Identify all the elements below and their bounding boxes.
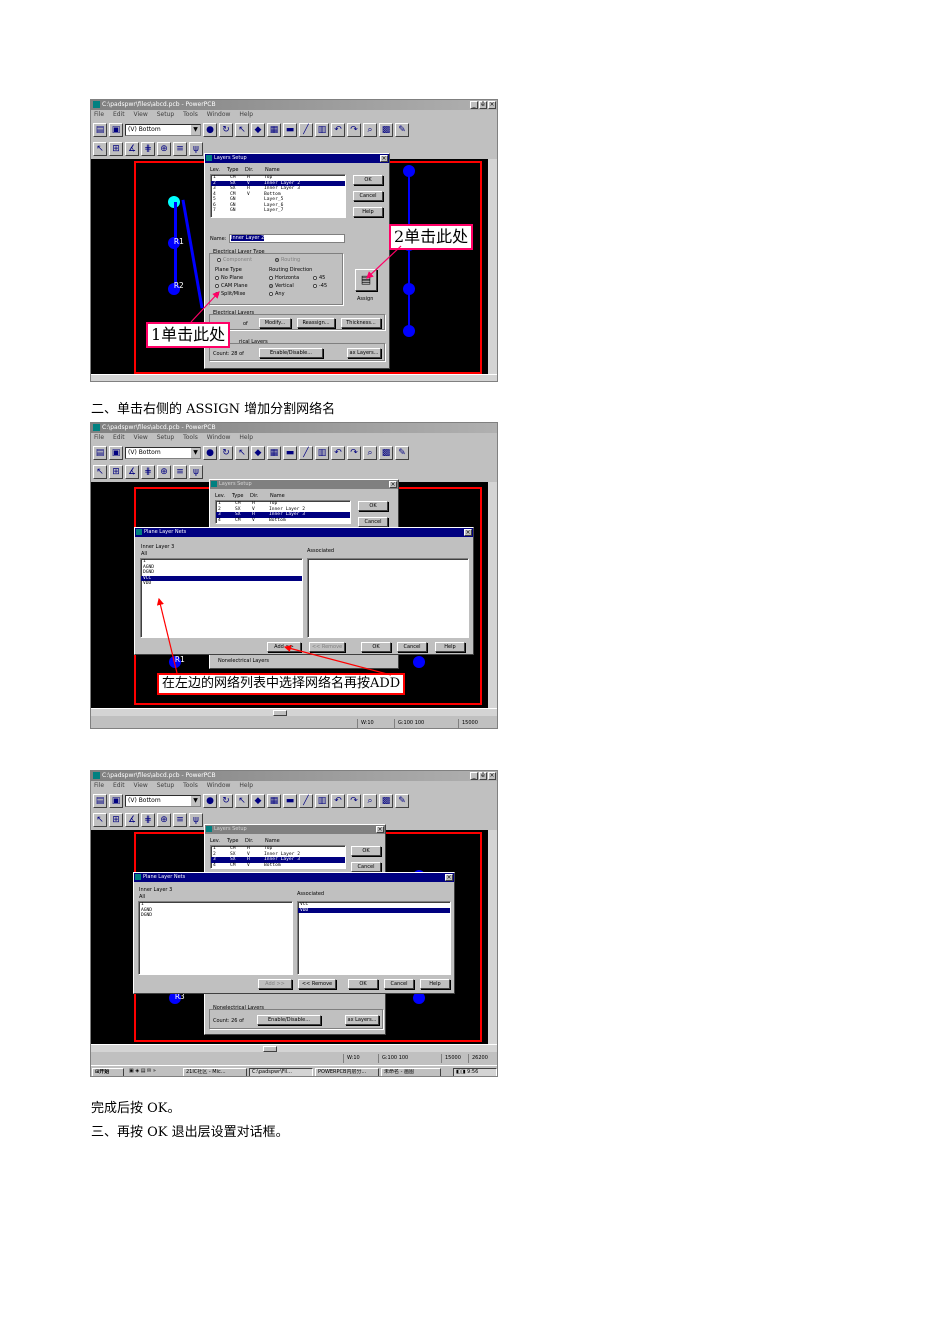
callout-arrows xyxy=(190,245,402,323)
remove-button[interactable]: << Remove xyxy=(298,979,336,989)
save-icon[interactable]: ▣ xyxy=(109,793,123,808)
undo-icon[interactable]: ↶ xyxy=(331,793,345,808)
app-icon xyxy=(93,772,100,779)
instruction-step-3: 三、再按 OK 退出层设置对话框。 xyxy=(91,1125,289,1140)
mode-icon[interactable]: ≡ xyxy=(173,812,187,827)
nonelectrical-count: Count: 26 of xyxy=(213,1018,244,1024)
taskbar-item[interactable]: 未命名 - 画图 xyxy=(381,1068,441,1076)
status-x: 15000 xyxy=(441,1054,461,1063)
app-titlebar: C:\padspwr\files\abcd.pcb - PowerPCB _ ё… xyxy=(91,771,497,781)
instruction-done: 完成后按 OK。 xyxy=(91,1101,181,1116)
status-y: 26200 xyxy=(468,1054,488,1063)
list-item[interactable]: VDD xyxy=(298,907,450,913)
clock: 9:56 xyxy=(467,1069,479,1075)
dialog-title: Layers Setup × xyxy=(205,825,385,834)
tray-icon: ◧◨ xyxy=(456,1069,468,1075)
redo-icon[interactable]: ↷ xyxy=(347,793,361,808)
menu-setup[interactable]: Setup xyxy=(157,782,174,789)
list-item[interactable]: DGND xyxy=(139,913,292,919)
status-width: W:10 xyxy=(343,1054,360,1063)
screenshot-plane-nets-select: C:\padspwr\files\abcd.pcb - PowerPCB Fil… xyxy=(90,422,498,729)
pointer-icon[interactable]: ↖ xyxy=(93,812,107,827)
scroll-thumb[interactable] xyxy=(263,1046,277,1052)
draft-icon[interactable]: ✎ xyxy=(395,793,409,808)
info-icon[interactable]: ● xyxy=(203,793,217,808)
cancel-button[interactable]: Cancel xyxy=(351,862,381,872)
menu-edit[interactable]: Edit xyxy=(113,782,125,789)
help-button[interactable]: Help xyxy=(420,979,450,989)
close-icon[interactable]: × xyxy=(445,874,453,881)
taskbar-item[interactable]: C:\padspwr\Fil... xyxy=(249,1068,313,1076)
main-toolbar: ▤ ▣ (V) Bottom ▼ ● ↻ ↖ ◆ ▦ ▬ ╱ ▥ ↶ ↷ ⌕ ▩ … xyxy=(93,792,409,809)
ok-button[interactable]: OK xyxy=(348,979,378,989)
max-layers-button[interactable]: ax Layers... xyxy=(345,1015,379,1025)
cancel-button[interactable]: Cancel xyxy=(384,979,414,989)
drafting-icon[interactable]: ⊞ xyxy=(109,812,123,827)
menu-tools[interactable]: Tools xyxy=(183,782,198,789)
open-icon[interactable]: ▤ xyxy=(93,793,107,808)
taskbar-item[interactable]: POWERPCB内层分... xyxy=(315,1068,379,1076)
all-nets-list[interactable]: 1 AGND DGND xyxy=(138,901,293,975)
plane-layer-name: Inner Layer 3 xyxy=(139,887,173,893)
associated-label: Associated xyxy=(297,891,325,897)
col-type: Type xyxy=(227,838,239,844)
col-dir: Dir. xyxy=(245,838,254,844)
chevron-down-icon[interactable]: ▼ xyxy=(191,795,200,806)
plane-layer-nets-dialog: Plane Layer Nets × Inner Layer 3 All Asso… xyxy=(133,872,455,994)
col-name: Name xyxy=(265,838,280,844)
bga-icon[interactable]: ⊕ xyxy=(157,812,171,827)
menu-window[interactable]: Window xyxy=(207,782,231,789)
vert-icon[interactable]: ψ xyxy=(189,812,203,827)
status-grid: G:100 100 xyxy=(378,1054,408,1063)
maximize-button[interactable]: ё xyxy=(479,772,487,780)
add-button[interactable]: Add >> xyxy=(258,979,292,989)
dialog-title: Plane Layer Nets × xyxy=(134,873,454,882)
screenshot-plane-nets-assigned: C:\padspwr\files\abcd.pcb - PowerPCB _ ё… xyxy=(90,770,498,1077)
close-button[interactable]: × xyxy=(488,772,496,780)
line-icon[interactable]: ╱ xyxy=(299,793,313,808)
dialog-icon xyxy=(135,874,141,880)
menu-view[interactable]: View xyxy=(134,782,148,789)
list-item[interactable]: 4 CM V Bottom xyxy=(211,863,345,869)
dialog-icon xyxy=(206,826,212,832)
route-icon[interactable]: ◆ xyxy=(251,793,265,808)
find-icon[interactable]: ⌕ xyxy=(363,793,377,808)
horizontal-scrollbar[interactable] xyxy=(91,1044,497,1052)
status-bar: W:10 G:100 100 15000 26200 xyxy=(91,1054,497,1063)
enable-disable-button[interactable]: Enable/Disable... xyxy=(257,1015,321,1025)
all-nets-label: All xyxy=(139,894,146,900)
menu-help[interactable]: Help xyxy=(239,782,253,789)
windows-taskbar: ⊞开始 ▣ ◈ ▤ ✉ » 21IC社区 - Mic... C:\padspwr… xyxy=(91,1065,497,1076)
select-icon[interactable]: ↖ xyxy=(235,793,249,808)
ok-button[interactable]: OK xyxy=(351,846,381,856)
minimize-button[interactable]: _ xyxy=(470,772,478,780)
zoom-icon[interactable]: ▦ xyxy=(267,793,281,808)
quick-launch: ▣ ◈ ▤ ✉ » xyxy=(129,1068,156,1074)
associated-nets-list[interactable]: VCC VDD xyxy=(297,901,451,975)
layer-select[interactable]: (V) Bottom ▼ xyxy=(125,794,201,807)
app-title: C:\padspwr\files\abcd.pcb - PowerPCB xyxy=(102,772,216,779)
start-button[interactable]: ⊞开始 xyxy=(92,1068,124,1076)
grid-icon[interactable]: ▥ xyxy=(315,793,329,808)
layers-icon[interactable]: ▩ xyxy=(379,793,393,808)
col-lev: Lev. xyxy=(210,838,220,844)
menu-bar: File Edit View Setup Tools Window Help xyxy=(91,781,497,791)
system-tray: ◧◨ 9:56 xyxy=(453,1068,497,1076)
vertical-scrollbar[interactable] xyxy=(488,830,497,1044)
callout-arrows xyxy=(156,597,392,676)
layer-list[interactable]: 1 CM H Top 2 SX V Inner Layer 2 3 SX H Inner Laye… xyxy=(210,845,346,869)
instruction-step-2: 二、单击右侧的 ASSIGN 增加分割网络名 xyxy=(91,402,336,417)
design-icon[interactable]: ∡ xyxy=(125,812,139,827)
refresh-icon[interactable]: ↻ xyxy=(219,793,233,808)
close-icon[interactable]: × xyxy=(376,826,384,833)
ecotool-icon[interactable]: ⋕ xyxy=(141,812,155,827)
menu-file[interactable]: File xyxy=(94,782,104,789)
screenshot-layers-setup: C:\padspwr\files\abcd.pcb - PowerPCB _ ё… xyxy=(90,99,498,382)
mode-toolbar: ↖ ⊞ ∡ ⋕ ⊕ ≡ ψ xyxy=(93,811,203,828)
pan-icon[interactable]: ▬ xyxy=(283,793,297,808)
taskbar-item[interactable]: 21IC社区 - Mic... xyxy=(183,1068,247,1076)
